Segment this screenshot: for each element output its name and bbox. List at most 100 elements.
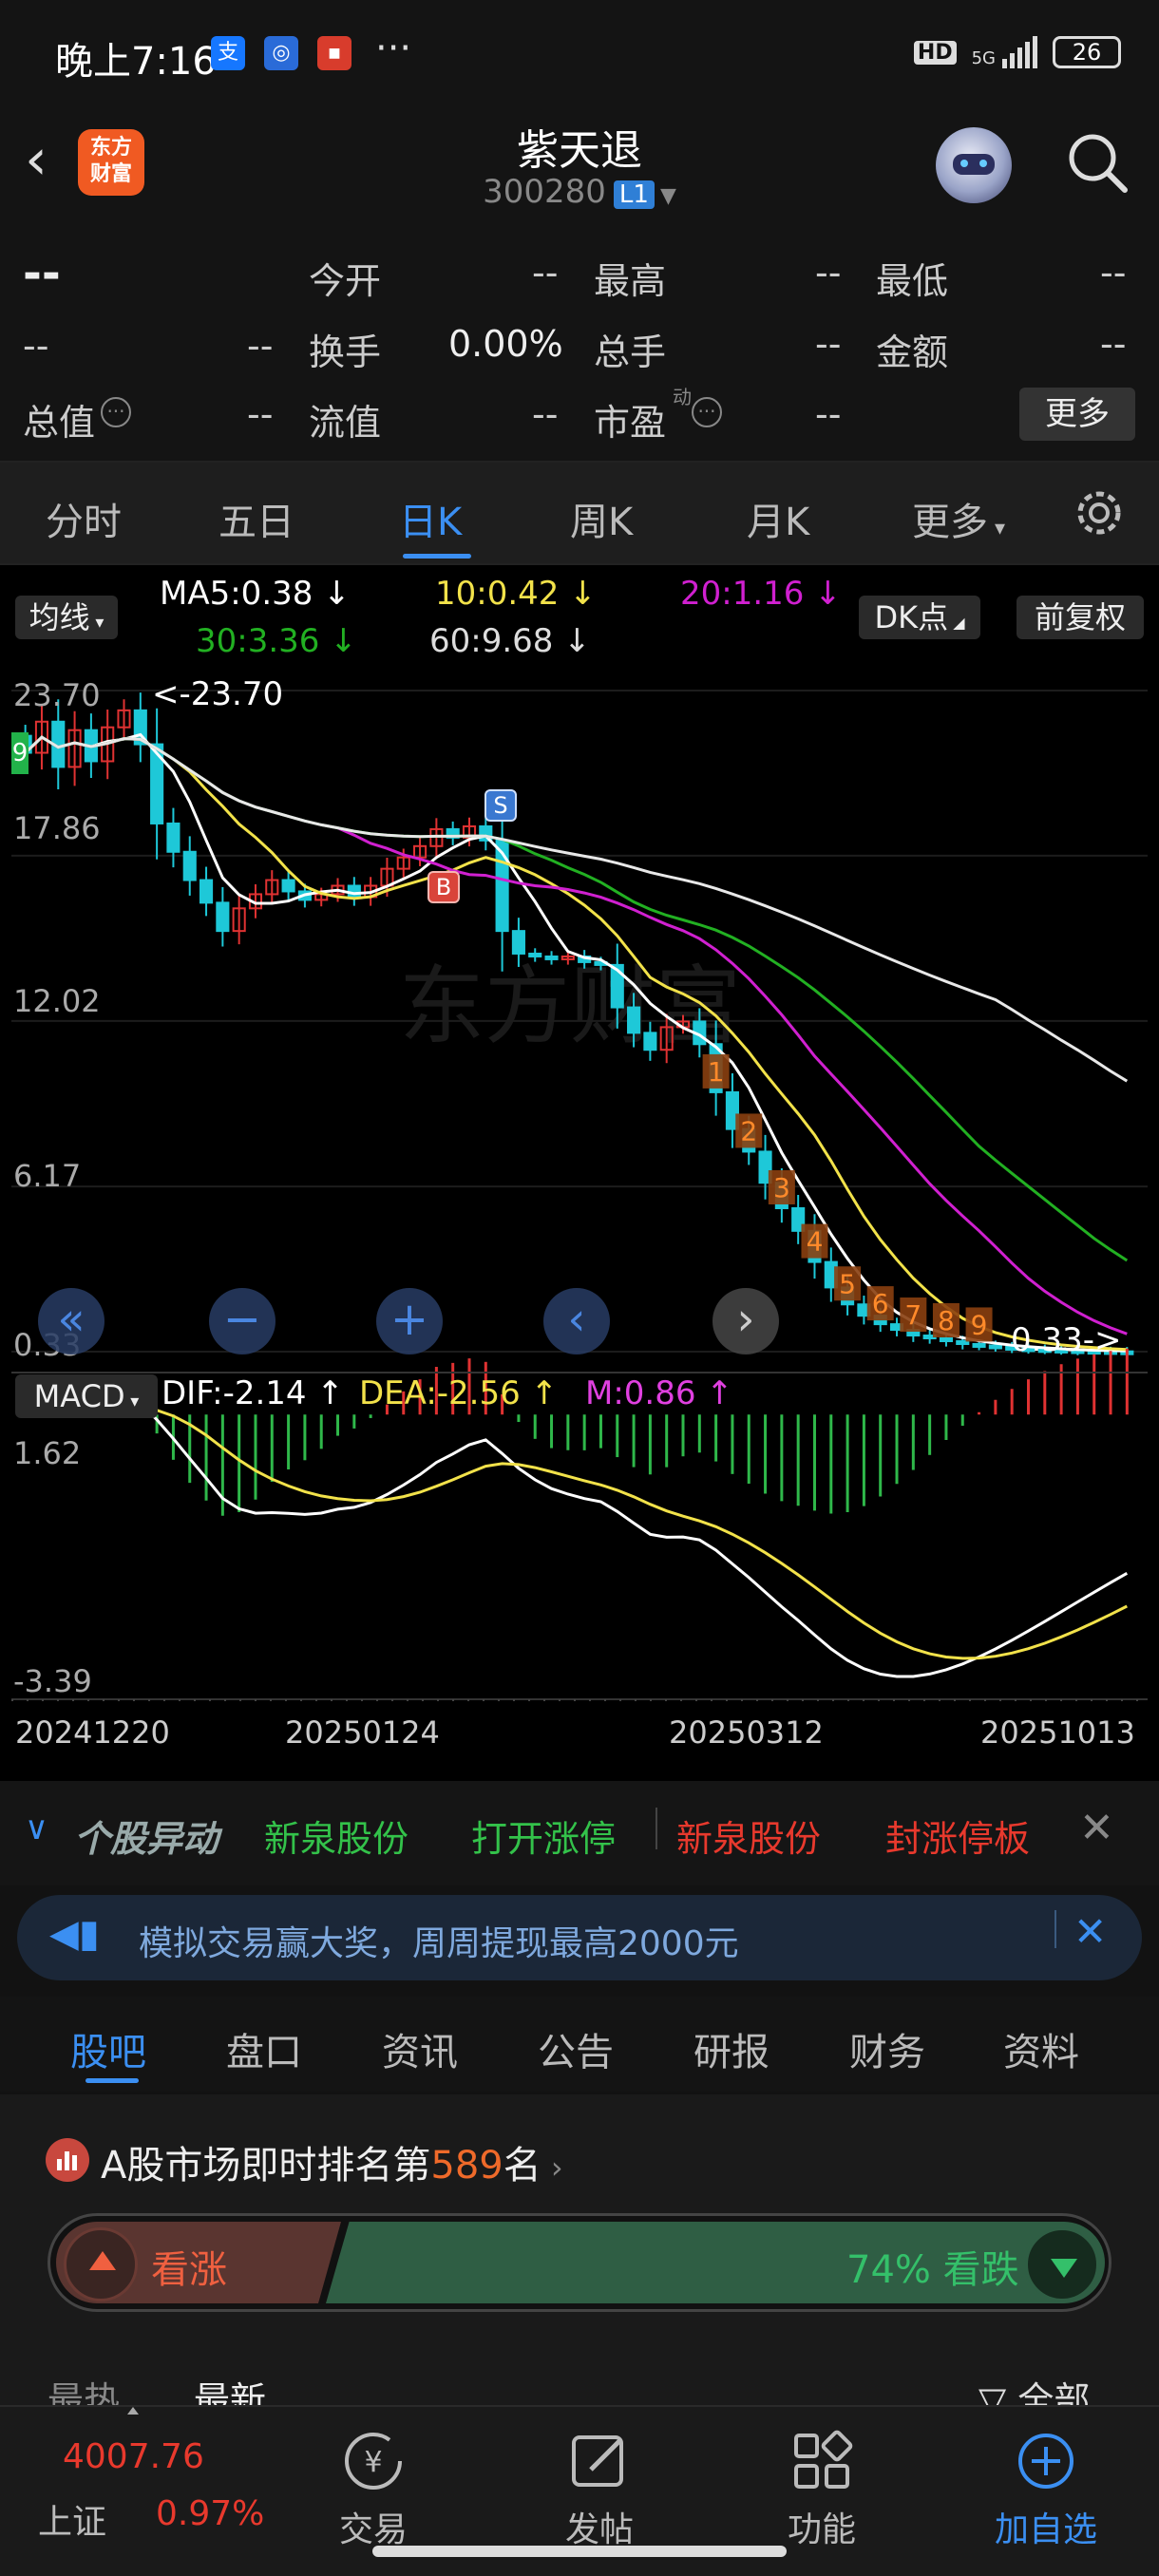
- open-label: 今开: [309, 260, 382, 302]
- amount-value: --: [1100, 323, 1127, 365]
- tab-intraday[interactable]: 分时: [46, 491, 122, 546]
- td-number: 7: [904, 1299, 922, 1331]
- fast-rewind-button[interactable]: «: [38, 1288, 104, 1354]
- td-number: 1: [708, 1056, 725, 1088]
- turnover-label: 换手: [309, 331, 382, 373]
- nav-trade[interactable]: 交易: [307, 2502, 440, 2551]
- candle-body: [643, 1032, 657, 1051]
- macd-selector[interactable]: MACD ▾: [15, 1374, 158, 1418]
- search-icon[interactable]: [1064, 129, 1130, 196]
- tab-weekly-k[interactable]: 周K: [570, 491, 633, 546]
- td-left-9: 9: [11, 732, 28, 774]
- tab-more[interactable]: 更多 ▾: [912, 491, 1005, 546]
- settings-gear-icon[interactable]: [1074, 487, 1125, 539]
- td-number: 2: [740, 1115, 757, 1146]
- banner-text: 模拟交易赢大奖，周周提现最高2000元: [139, 1924, 739, 1963]
- float-cap-value: --: [532, 393, 559, 435]
- pe-label: 市盈: [594, 402, 667, 444]
- content-tab-indicator: [86, 2078, 139, 2083]
- buy-marker[interactable]: B: [428, 871, 460, 903]
- add-watchlist-icon[interactable]: [1013, 2428, 1079, 2494]
- megaphone-icon: ◀▮: [49, 1912, 100, 1956]
- candle-body: [166, 822, 180, 853]
- close-banner-icon[interactable]: ✕: [1074, 1908, 1107, 1955]
- alipay-icon: 支: [211, 36, 245, 70]
- y-label-3: 12.02: [13, 983, 101, 1019]
- candle-body: [988, 1344, 1002, 1350]
- candle-body: [199, 879, 214, 904]
- tab-research[interactable]: 研报: [694, 2021, 770, 2076]
- index-name[interactable]: 上证: [38, 2494, 106, 2544]
- trade-icon[interactable]: ¥: [340, 2428, 407, 2494]
- stock-alert-bar[interactable]: ∨ 个股异动 新泉股份 打开涨停 新泉股份 封涨停板 ✕: [0, 1781, 1159, 1885]
- network-type: 5G: [971, 48, 996, 68]
- alert-item-3[interactable]: 新泉股份: [676, 1809, 821, 1862]
- high-value: --: [815, 252, 842, 294]
- level-badge: L1: [613, 180, 655, 209]
- amount-label: 金额: [876, 331, 949, 373]
- y-label-2: 17.86: [13, 810, 101, 846]
- alert-item-1[interactable]: 新泉股份: [264, 1809, 408, 1862]
- status-indicators: HD 5G 26: [913, 36, 1121, 68]
- candle-body: [544, 955, 559, 960]
- chevron-down-icon: ▼: [659, 184, 676, 208]
- close-alert-icon[interactable]: ✕: [1079, 1804, 1114, 1852]
- scroll-left-button[interactable]: ‹: [543, 1288, 610, 1354]
- alert-item-4[interactable]: 封涨停板: [885, 1809, 1030, 1862]
- rank-text[interactable]: A股市场即时排名第589名 ›: [101, 2134, 563, 2189]
- tab-forum[interactable]: 股吧: [70, 2021, 146, 2076]
- vote-down-button[interactable]: [1025, 2227, 1099, 2301]
- tab-news[interactable]: 资讯: [382, 2021, 458, 2076]
- alert-item-2[interactable]: 打开涨停: [471, 1809, 616, 1862]
- nav-add-watchlist[interactable]: 加自选: [979, 2502, 1112, 2551]
- vote-up-button[interactable]: [64, 2227, 138, 2301]
- dea-text: DEA:-2.56: [359, 1374, 521, 1412]
- info-icon[interactable]: ···: [101, 397, 131, 427]
- nav-functions[interactable]: 功能: [755, 2502, 888, 2551]
- volume-label: 总手: [594, 331, 667, 373]
- scroll-right-button[interactable]: ›: [712, 1288, 779, 1354]
- battery-level: 26: [1072, 39, 1102, 66]
- tab-five-day[interactable]: 五日: [218, 491, 294, 546]
- more-quote-button[interactable]: 更多: [1019, 388, 1135, 441]
- nav-post[interactable]: 发帖: [533, 2502, 666, 2551]
- index-value[interactable]: 4007.76: [63, 2437, 204, 2476]
- expand-chevron-icon[interactable]: ∨: [25, 1809, 48, 1847]
- low-label: 最低: [876, 260, 949, 302]
- m-text: M:0.86: [585, 1374, 696, 1412]
- banner-divider: [1054, 1910, 1056, 1948]
- kline-chart-area[interactable]: 均线 ▾ MA5:0.38 ↓ 10:0.42 ↓ 20:1.16 ↓ 30:3…: [0, 565, 1159, 1781]
- hd-icon: HD: [913, 40, 957, 65]
- rank-suffix: 名: [503, 2144, 542, 2188]
- zoom-out-button[interactable]: −: [209, 1288, 276, 1354]
- tab-finance[interactable]: 财务: [849, 2021, 925, 2076]
- candle-body: [216, 901, 230, 933]
- tab-monthly-k[interactable]: 月K: [747, 491, 809, 546]
- tab-announcements[interactable]: 公告: [538, 2021, 614, 2076]
- date-3: 20250312: [669, 1714, 824, 1751]
- tab-profile[interactable]: 资料: [1003, 2021, 1079, 2076]
- tab-daily-k[interactable]: 日K: [399, 491, 462, 546]
- open-value: --: [532, 252, 559, 294]
- candle-body: [281, 879, 295, 893]
- pe-info-icon[interactable]: ···: [692, 397, 722, 427]
- low-marker: 0.33->: [1011, 1321, 1122, 1359]
- functions-icon[interactable]: [788, 2428, 855, 2494]
- index-pct[interactable]: 0.97%: [156, 2494, 264, 2533]
- promo-banner[interactable]: ◀▮ 模拟交易赢大奖，周周提现最高2000元 ✕: [17, 1895, 1142, 1980]
- sell-marker[interactable]: S: [484, 789, 517, 822]
- candle-body: [939, 1337, 954, 1343]
- alert-divider: [656, 1808, 657, 1849]
- stock-header: ‹ 东方 财富 紫天退 300280 L1 ▼: [0, 104, 1159, 228]
- post-icon[interactable]: [566, 2428, 633, 2494]
- kline-svg: 东方财富 123456 7 8 9: [11, 690, 1148, 1701]
- active-tab-indicator: [403, 554, 471, 559]
- y-label-4: 6.17: [13, 1158, 82, 1194]
- zoom-in-button[interactable]: +: [376, 1288, 443, 1354]
- vote-down-label: 74% 看跌: [846, 2248, 1019, 2292]
- candle-body: [972, 1342, 986, 1348]
- assistant-robot-icon[interactable]: [936, 127, 1012, 203]
- bull-bear-vote: 看涨 74% 看跌: [48, 2213, 1112, 2312]
- current-price: --: [23, 247, 61, 300]
- tab-order-book[interactable]: 盘口: [226, 2021, 302, 2076]
